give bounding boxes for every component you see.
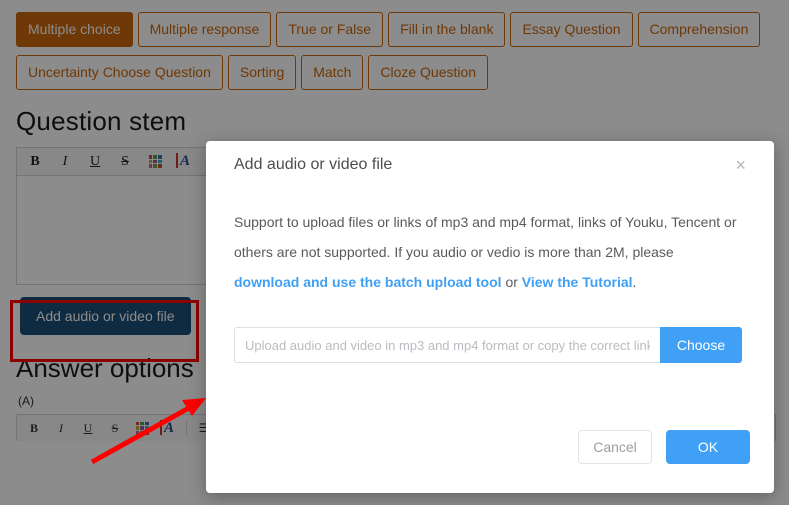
choose-button[interactable]: Choose — [660, 327, 742, 363]
upload-input-row: Choose — [234, 327, 742, 363]
media-url-input[interactable] — [234, 327, 660, 363]
dialog-body: Support to upload files or links of mp3 … — [206, 189, 774, 415]
cancel-button[interactable]: Cancel — [578, 430, 652, 464]
add-audio-or-video-dialog: Add audio or video file × Support to upl… — [206, 141, 774, 493]
dialog-title: Add audio or video file — [234, 156, 393, 173]
link-view-tutorial[interactable]: View the Tutorial — [522, 274, 633, 290]
description-text-part-2: or — [501, 274, 522, 290]
link-batch-upload-tool[interactable]: download and use the batch upload tool — [234, 274, 502, 290]
screen: Multiple choice Multiple response True o… — [0, 0, 789, 505]
description-text-part-3: . — [632, 274, 637, 290]
dialog-description: Support to upload files or links of mp3 … — [234, 207, 739, 297]
ok-button[interactable]: OK — [666, 430, 750, 464]
close-icon[interactable]: × — [729, 152, 752, 178]
description-text-part-1: Support to upload files or links of mp3 … — [234, 214, 737, 260]
dialog-header: Add audio or video file × — [206, 141, 774, 189]
dialog-footer: Cancel OK — [206, 415, 774, 493]
